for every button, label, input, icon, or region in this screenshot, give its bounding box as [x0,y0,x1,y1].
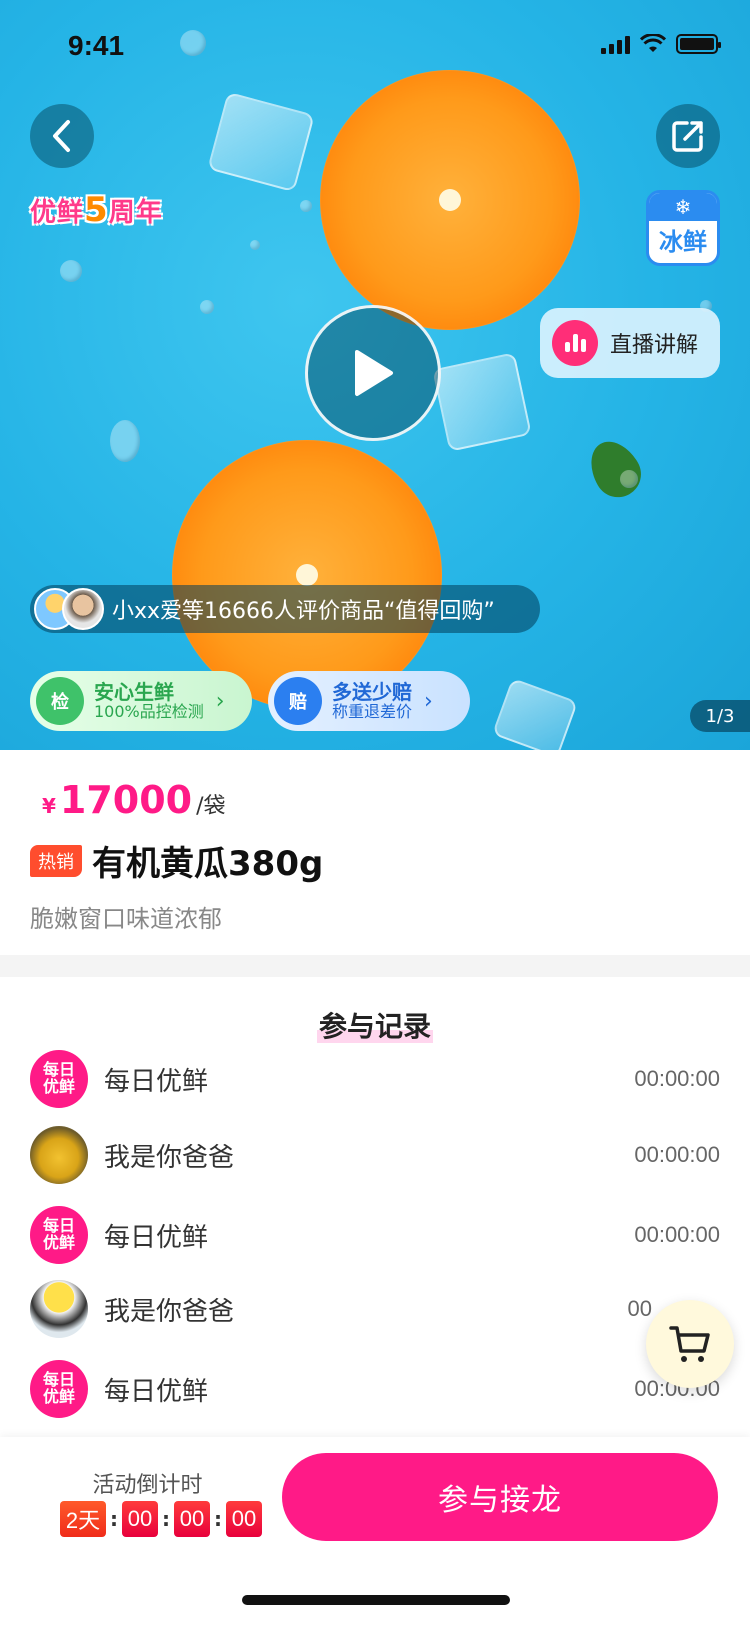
ice-cube [207,91,315,193]
status-time: 9:41 [68,30,125,61]
record-row[interactable]: 每日 优鲜 每日优鲜 00:00:00 [30,1359,720,1419]
record-name: 每日优鲜 [104,1376,209,1407]
play-icon [355,350,393,396]
water-drop [300,200,312,212]
cart-button[interactable] [646,1300,734,1388]
home-indicator [242,1595,510,1605]
record-name: 每日优鲜 [104,1066,209,1097]
status-bar: 9:41 [0,0,750,90]
inspect-icon: 检 [36,677,84,725]
ice-cube [432,352,532,452]
record-row[interactable]: 每日 优鲜 每日优鲜 00:00:00 [30,1049,720,1109]
orange-slice-top [320,70,580,330]
avatar: 每日 优鲜 [30,1206,88,1264]
badge-title: 多送少赔 [332,680,412,705]
hero-media[interactable]: 9:41 优鲜5周年 ❄ 冰鲜 直播讲解 小xx爱等16666人评价商品“值得回… [0,0,750,750]
safe-fresh-badge[interactable]: 检 安心生鲜 100%品控检测 › [30,671,252,731]
badge-title: 安心生鲜 [94,680,174,705]
water-drop [110,420,140,462]
countdown-separator: : [110,1507,118,1531]
water-drop [250,240,260,250]
frozen-label: 冰鲜 [659,228,707,256]
avatar [62,588,104,630]
participation-records: 参与记录 每日 优鲜 每日优鲜 00:00:00 我是你爸爸 00:00:00 每… [0,977,750,1437]
countdown-label: 活动倒计时 [92,1473,203,1498]
mint-leaf [580,432,650,506]
frozen-badge: ❄ 冰鲜 [646,190,720,266]
record-name: 每日优鲜 [104,1222,209,1253]
live-label: 直播讲解 [610,333,699,358]
review-summary[interactable]: 小xx爱等16666人评价商品“值得回购” [30,585,540,633]
record-name: 我是你爸爸 [104,1142,235,1173]
record-name: 我是你爸爸 [104,1296,235,1327]
countdown-timer: 2天 : 00 : 00 : 00 [60,1501,262,1537]
back-button[interactable] [30,104,94,168]
records-title: 参与记录 [316,1010,433,1043]
section-divider [0,955,750,977]
join-button[interactable]: 参与接龙 [282,1453,718,1541]
cart-icon [669,1326,710,1362]
record-time: 00:00:00 [634,1142,720,1167]
share-button[interactable] [656,104,720,168]
chevron-right-icon: › [215,688,225,714]
product-subtitle: 脆嫩窗口味道浓郁 [30,905,222,933]
record-time: 00 [627,1296,652,1321]
bottom-action-bar: 活动倒计时 2天 : 00 : 00 : 00 参与接龙 [0,1437,750,1630]
price-value: 17000 [59,778,193,822]
countdown-separator: : [214,1507,222,1531]
hot-tag: 热销 [30,844,82,877]
badge-subtitle: 称重退差价 [332,702,413,722]
compensate-icon: 赔 [274,677,322,725]
price-unit: /袋 [196,794,226,819]
water-drop [60,260,82,282]
avatar [30,1126,88,1184]
orange-slice-bottom [172,440,442,710]
live-icon [552,320,598,366]
countdown-days: 2天 [60,1501,106,1537]
water-drop [200,300,214,314]
countdown-seconds: 00 [226,1501,262,1537]
record-time: 00:00:00 [634,1066,720,1091]
countdown-hours: 00 [122,1501,158,1537]
countdown-separator: : [162,1507,170,1531]
snowflake-icon: ❄ [649,193,717,221]
live-explain-button[interactable]: 直播讲解 [540,308,720,378]
avatar: 每日 优鲜 [30,1050,88,1108]
price: ¥ 17000 /袋 [42,778,720,822]
record-row[interactable]: 我是你爸爸 00 [30,1279,720,1339]
countdown-minutes: 00 [174,1501,210,1537]
record-time: 00:00:00 [634,1222,720,1247]
product-title: 有机黄瓜380g [92,844,324,884]
image-pager: 1/3 [690,700,750,732]
avatar: 每日 优鲜 [30,1360,88,1418]
battery-icon [676,34,721,54]
record-row[interactable]: 我是你爸爸 00:00:00 [30,1125,720,1185]
record-row[interactable]: 每日 优鲜 每日优鲜 00:00:00 [30,1205,720,1265]
avatar [30,1280,88,1338]
compensation-badge[interactable]: 赔 多送少赔 称重退差价 › [268,671,470,731]
status-icons [601,34,721,54]
badge-subtitle: 100%品控检测 [94,702,204,722]
ice-cube [491,677,579,750]
chevron-right-icon: › [424,688,433,714]
share-icon [672,121,703,152]
wifi-icon [640,34,666,52]
anniversary-logo: 优鲜5周年 [30,190,163,230]
product-info: ¥ 17000 /袋 热销 有机黄瓜380g 脆嫩窗口味道浓郁 [0,750,750,955]
review-text: 小xx爱等16666人评价商品“值得回购” [112,599,495,624]
currency-symbol: ¥ [42,794,56,818]
back-icon [53,120,70,152]
play-button[interactable] [305,305,441,441]
water-drop [620,470,638,488]
signal-icon [601,34,630,54]
